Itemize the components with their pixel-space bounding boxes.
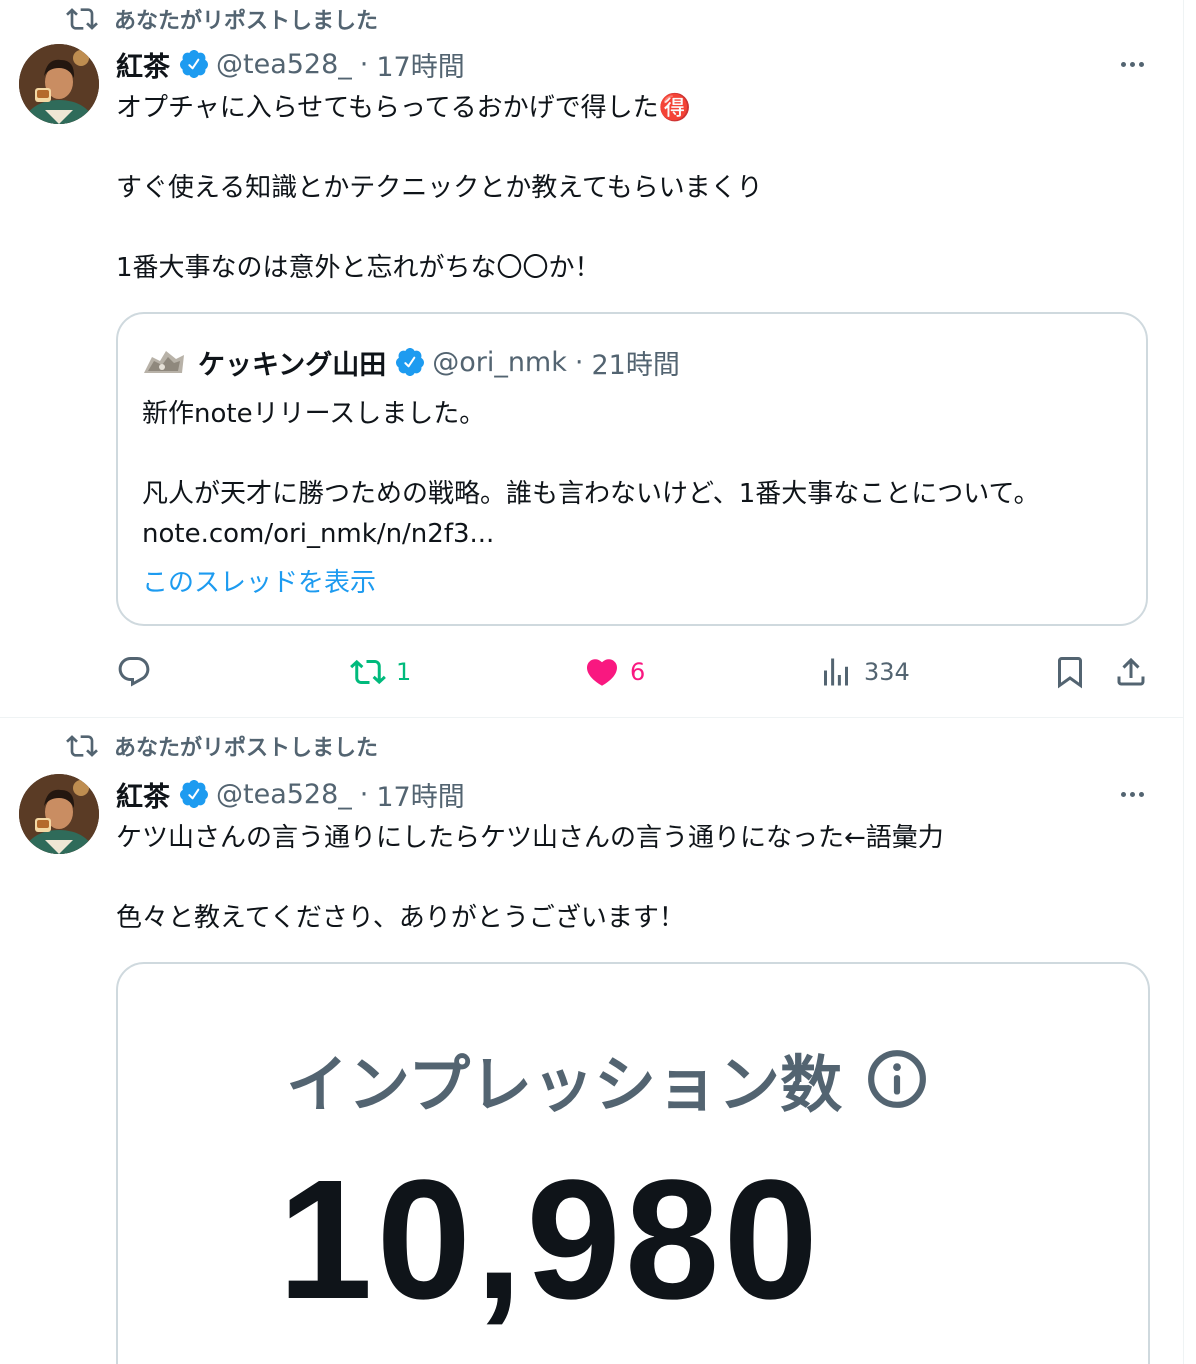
quote-avatar[interactable]	[142, 347, 186, 377]
social-context-label: あなたがリポストしました	[114, 736, 379, 761]
avatar[interactable]	[19, 44, 99, 124]
action-bar: 1 6 334	[0, 650, 1184, 696]
share-button[interactable]	[1113, 654, 1149, 690]
social-context: あなたがリポストしました	[66, 730, 378, 762]
show-thread-link[interactable]: このスレッドを表示	[142, 562, 376, 599]
repost-icon	[66, 8, 98, 30]
quote-header: ケッキング山田 @ori_nmk · 21時間	[142, 343, 680, 382]
scrollbar-track[interactable]	[1183, 0, 1196, 1364]
verified-badge-icon	[179, 50, 208, 78]
timestamp[interactable]: 17時間	[376, 45, 464, 84]
view-count: 334	[864, 658, 910, 686]
tweet-text-line: すぐ使える知識とかテクニックとか教えてもらいまくり	[116, 173, 763, 203]
tweet[interactable]: あなたがリポストしました 紅茶 @tea528_ · 17時間 ケツ山さんの言う…	[0, 718, 1184, 1364]
quote-tweet[interactable]: ケッキング山田 @ori_nmk · 21時間 新作noteリリースしました。 …	[116, 312, 1148, 626]
quote-handle[interactable]: @ori_nmk	[432, 347, 567, 378]
emoji-otoku-icon: 🉐	[658, 93, 691, 123]
bookmark-icon	[1058, 657, 1082, 689]
quote-link[interactable]: note.com/ori_nmk/n/n2f3...	[142, 514, 494, 554]
heart-icon	[586, 659, 618, 686]
tweet-text-line: ケツ山さんの言う通りにしたらケツ山さんの言う通りになった←語彙力	[116, 823, 944, 853]
timestamp[interactable]: 17時間	[376, 775, 464, 814]
more-icon[interactable]	[1114, 778, 1150, 810]
tweet-header: 紅茶 @tea528_ · 17時間	[116, 44, 465, 84]
repost-count: 1	[396, 658, 412, 686]
verified-badge-icon	[179, 780, 208, 808]
views-button[interactable]: 334	[818, 654, 910, 690]
display-name[interactable]: 紅茶	[116, 45, 170, 84]
more-icon[interactable]	[1114, 48, 1150, 80]
views-chart-icon	[824, 658, 848, 686]
verified-badge-icon	[396, 348, 425, 376]
tweet-text-line: 色々と教えてくださり、ありがとうございます！	[116, 903, 685, 933]
separator-dot: ·	[359, 778, 369, 810]
reply-button[interactable]	[116, 654, 162, 690]
social-context-label: あなたがリポストしました	[114, 9, 379, 34]
media-image[interactable]: インプレッション数 10,980	[116, 962, 1150, 1364]
display-name[interactable]: 紅茶	[116, 775, 170, 814]
impressions-value: 10,980	[278, 1145, 822, 1335]
bookmark-button[interactable]	[1052, 654, 1088, 690]
repost-icon	[350, 659, 386, 685]
repost-icon	[66, 735, 98, 757]
reply-icon	[118, 657, 150, 687]
social-context: あなたがリポストしました	[66, 3, 378, 35]
tweet-text-line: 1番大事なのは意外と忘れがちな〇〇か！	[116, 253, 601, 283]
separator-dot: ·	[574, 346, 584, 378]
quote-text-line: 新作noteリリースしました。	[142, 399, 486, 429]
handle[interactable]: @tea528_	[216, 49, 352, 80]
separator-dot: ·	[359, 48, 369, 80]
handle[interactable]: @tea528_	[216, 779, 352, 810]
quote-display-name[interactable]: ケッキング山田	[198, 343, 386, 382]
avatar[interactable]	[19, 774, 99, 854]
tweet-text-line: オプチャに入らせてもらってるおかげで得した🉐	[116, 93, 691, 123]
like-button[interactable]: 6	[584, 654, 645, 690]
quote-text-line: 凡人が天才に勝つための戦略。誰も言わないけど、1番大事なことについて。	[142, 479, 1040, 509]
info-icon	[868, 1050, 927, 1108]
share-icon	[1117, 657, 1145, 686]
like-count: 6	[630, 658, 646, 686]
quote-timestamp[interactable]: 21時間	[591, 343, 679, 382]
repost-button[interactable]: 1	[350, 654, 411, 690]
tweet[interactable]: あなたがリポストしました 紅茶 @tea528_ · 17時間 オプチャに入らせ…	[0, 0, 1184, 718]
impressions-title: インプレッション数	[286, 1034, 928, 1124]
tweet-header: 紅茶 @tea528_ · 17時間	[116, 774, 465, 814]
